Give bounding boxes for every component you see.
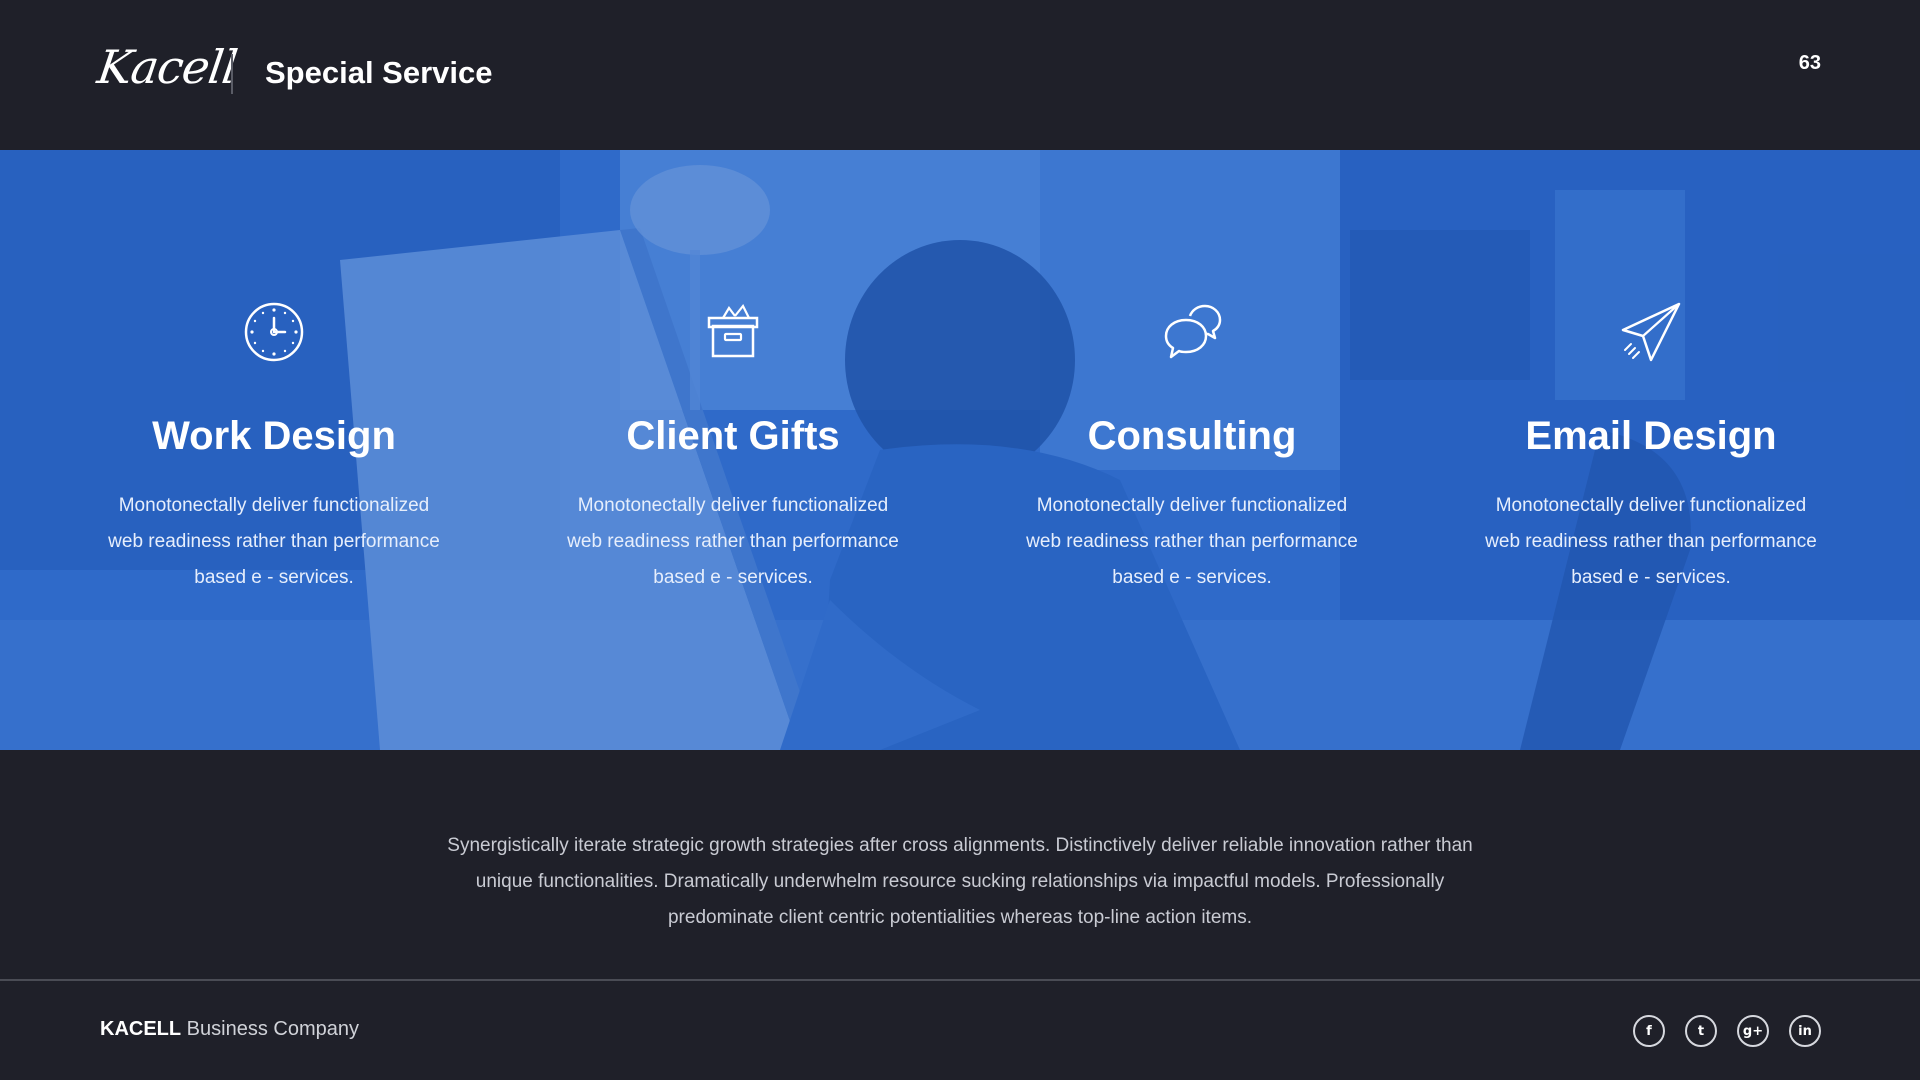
page-title: Special Service — [265, 55, 493, 90]
company-suffix: Business Company — [181, 1018, 359, 1040]
company-name: KACELL — [100, 1018, 182, 1040]
service-card: Email Design Monotonectally deliver func… — [1471, 300, 1831, 596]
page-number: 63 — [1798, 52, 1821, 74]
footer-divider — [0, 979, 1920, 981]
chat-bubbles-icon — [1164, 304, 1222, 359]
service-title: Email Design — [1525, 414, 1777, 458]
social-links: f t g+ in — [1633, 1015, 1821, 1047]
service-title: Client Gifts — [626, 414, 840, 458]
service-card: Consulting Monotonectally deliver functi… — [1012, 300, 1372, 596]
service-title: Work Design — [152, 414, 396, 458]
gift-box-icon — [707, 303, 759, 358]
services-row: Work Design Monotonectally deliver funct… — [0, 150, 1920, 750]
header: Kacell Special Service 63 — [0, 0, 1920, 150]
twitter-icon[interactable]: t — [1685, 1015, 1717, 1047]
summary-paragraph: Synergistically iterate strategic growth… — [447, 835, 1473, 928]
logo: Kacell — [94, 40, 240, 94]
header-divider — [231, 54, 233, 94]
service-description: Monotonectally deliver functionalized we… — [1485, 495, 1817, 588]
service-card: Client Gifts Monotonectally deliver func… — [553, 300, 913, 596]
service-description: Monotonectally deliver functionalized we… — [108, 495, 440, 588]
service-title: Consulting — [1087, 414, 1297, 458]
clock-icon — [244, 302, 304, 362]
service-card: Work Design Monotonectally deliver funct… — [94, 300, 454, 596]
linkedin-icon[interactable]: in — [1789, 1015, 1821, 1047]
facebook-icon[interactable]: f — [1633, 1015, 1665, 1047]
paper-plane-icon — [1621, 302, 1681, 362]
google-plus-icon[interactable]: g+ — [1737, 1015, 1769, 1047]
footer-company: KACELL Business Company — [100, 1018, 359, 1041]
service-description: Monotonectally deliver functionalized we… — [567, 495, 899, 588]
service-description: Monotonectally deliver functionalized we… — [1026, 495, 1358, 588]
hero-band: Work Design Monotonectally deliver funct… — [0, 150, 1920, 750]
